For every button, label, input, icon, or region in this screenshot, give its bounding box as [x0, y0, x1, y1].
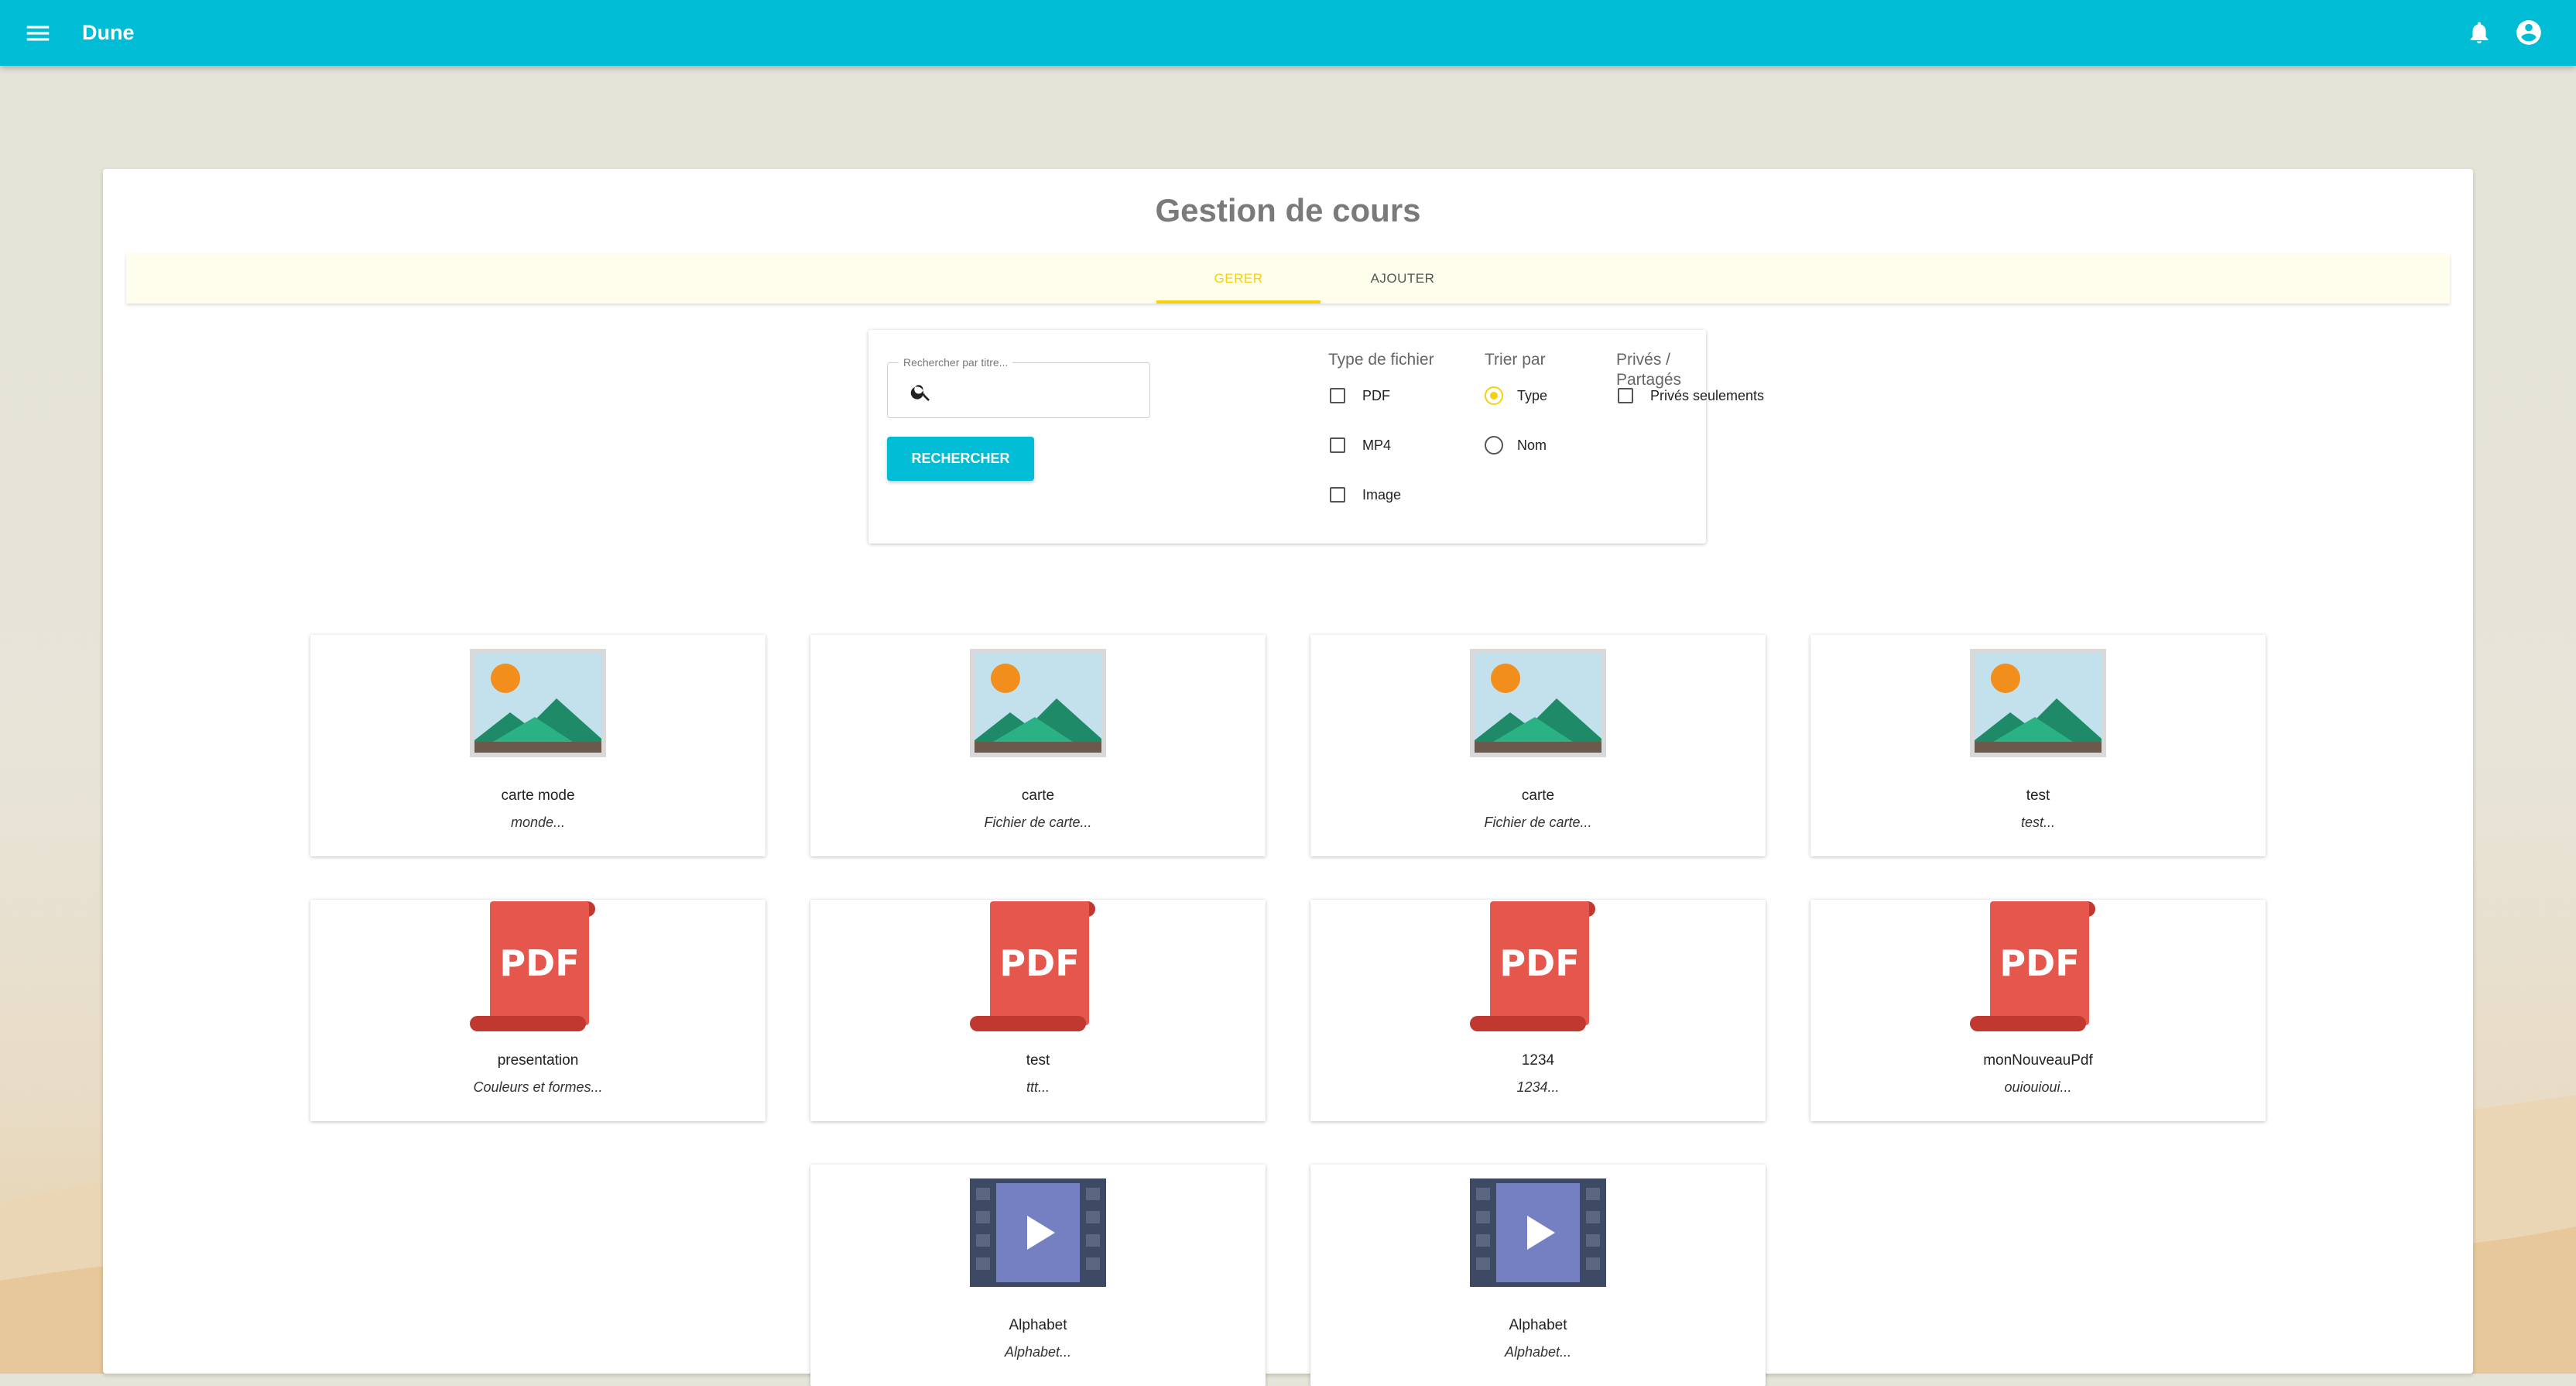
- image-file-icon: [470, 649, 606, 757]
- search-icon: [910, 385, 930, 401]
- course-card[interactable]: test test...: [1810, 635, 2266, 856]
- pdf-checkbox-label: PDF: [1362, 387, 1390, 403]
- sort-nom-label: Nom: [1517, 437, 1547, 453]
- video-file-icon: [970, 1178, 1106, 1287]
- course-card[interactable]: PDF presentation Couleurs et formes...: [310, 900, 766, 1121]
- tab-gerer[interactable]: GERER: [1156, 254, 1321, 304]
- course-description: Couleurs et formes...: [473, 1079, 603, 1095]
- course-description: Fichier de carte...: [984, 815, 1092, 830]
- tab-ajouter[interactable]: AJOUTER: [1321, 254, 1485, 304]
- svg-text:PDF: PDF: [1499, 942, 1579, 984]
- course-card[interactable]: carte Fichier de carte...: [1310, 635, 1766, 856]
- sort-type-label: Type: [1517, 387, 1548, 403]
- svg-text:PDF: PDF: [499, 942, 579, 984]
- course-description: 1234...: [1516, 1079, 1560, 1095]
- mp4-checkbox-box[interactable]: [1330, 437, 1345, 453]
- sort-title: Trier par: [1485, 351, 1546, 369]
- course-card[interactable]: PDF 1234 1234...: [1310, 900, 1766, 1121]
- course-description: monde...: [510, 815, 566, 830]
- pdf-file-icon: PDF: [1970, 901, 2095, 1031]
- tab-bar: GERER AJOUTER: [126, 254, 2450, 304]
- course-card[interactable]: PDF monNouveauPdf ouiouioui...: [1810, 900, 2266, 1121]
- course-description: ttt...: [1026, 1079, 1050, 1095]
- search-button[interactable]: RECHERCHER: [887, 437, 1034, 481]
- course-description: ouiouioui...: [2004, 1079, 2072, 1095]
- page-title: Gestion de cours: [1155, 192, 1421, 228]
- search-field[interactable]: Rechercher par titre...: [887, 355, 1150, 418]
- radio-sort-type[interactable]: Type: [1485, 384, 1547, 407]
- sort-nom-radio[interactable]: [1485, 436, 1503, 455]
- course-description: Alphabet...: [1004, 1344, 1072, 1360]
- pdf-file-icon: PDF: [470, 901, 595, 1031]
- menu-icon[interactable]: [23, 19, 53, 48]
- search-input[interactable]: [944, 377, 1140, 407]
- private-only-checkbox-box[interactable]: [1618, 388, 1633, 403]
- main-card: Gestion de cours GERER AJOUTER Recherche…: [103, 169, 2473, 1386]
- course-description: Fichier de carte...: [1484, 815, 1592, 830]
- pdf-file-icon: PDF: [1470, 901, 1595, 1031]
- private-only-label: Privés seulements: [1650, 387, 1765, 403]
- app-title[interactable]: Dune: [82, 19, 135, 46]
- app-bar: Dune: [0, 0, 2576, 66]
- course-card[interactable]: Alphabet Alphabet...: [1310, 1165, 1766, 1386]
- checkbox-image[interactable]: Image: [1330, 483, 1401, 506]
- bell-icon[interactable]: [2466, 19, 2492, 46]
- course-title: monNouveauPdf: [1983, 1052, 2093, 1069]
- svg-text:PDF: PDF: [1999, 942, 2079, 984]
- image-checkbox-box[interactable]: [1330, 487, 1345, 503]
- course-title: carte mode: [501, 787, 575, 804]
- course-description: test...: [2020, 815, 2055, 830]
- checkbox-private-only[interactable]: Privés seulements: [1618, 384, 1764, 407]
- svg-text:PDF: PDF: [999, 942, 1079, 984]
- mp4-checkbox-label: MP4: [1362, 437, 1392, 453]
- checkbox-mp4[interactable]: MP4: [1330, 434, 1391, 457]
- course-title: carte: [1521, 787, 1555, 804]
- course-title: Alphabet: [1009, 1317, 1067, 1333]
- account-circle-icon[interactable]: [2514, 18, 2543, 47]
- radio-sort-nom[interactable]: Nom: [1485, 434, 1547, 457]
- course-title: carte: [1021, 787, 1055, 804]
- sort-type-radio[interactable]: [1485, 386, 1503, 405]
- checkbox-pdf[interactable]: PDF: [1330, 384, 1390, 407]
- course-card[interactable]: PDF test ttt...: [810, 900, 1266, 1121]
- filter-panel: Rechercher par titre... RECHERCHER Type …: [868, 330, 1764, 544]
- search-label: Rechercher par titre...: [899, 355, 1013, 369]
- course-title: Alphabet: [1509, 1317, 1567, 1333]
- course-title: 1234: [1521, 1052, 1555, 1069]
- pdf-checkbox-box[interactable]: [1330, 388, 1345, 403]
- image-file-icon: [970, 649, 1106, 757]
- course-description: Alphabet...: [1504, 1344, 1572, 1360]
- image-file-icon: [1470, 649, 1606, 757]
- image-checkbox-label: Image: [1362, 486, 1402, 503]
- file-type-title: Type de fichier: [1328, 351, 1434, 369]
- course-title: test: [1026, 1052, 1050, 1069]
- course-card[interactable]: Alphabet Alphabet...: [810, 1165, 1266, 1386]
- pdf-file-icon: PDF: [970, 901, 1095, 1031]
- course-card[interactable]: carte Fichier de carte...: [810, 635, 1266, 856]
- course-title: presentation: [497, 1052, 579, 1069]
- image-file-icon: [1970, 649, 2106, 757]
- course-title: test: [2026, 787, 2050, 804]
- video-file-icon: [1470, 1178, 1606, 1287]
- course-card[interactable]: carte mode monde...: [310, 635, 766, 856]
